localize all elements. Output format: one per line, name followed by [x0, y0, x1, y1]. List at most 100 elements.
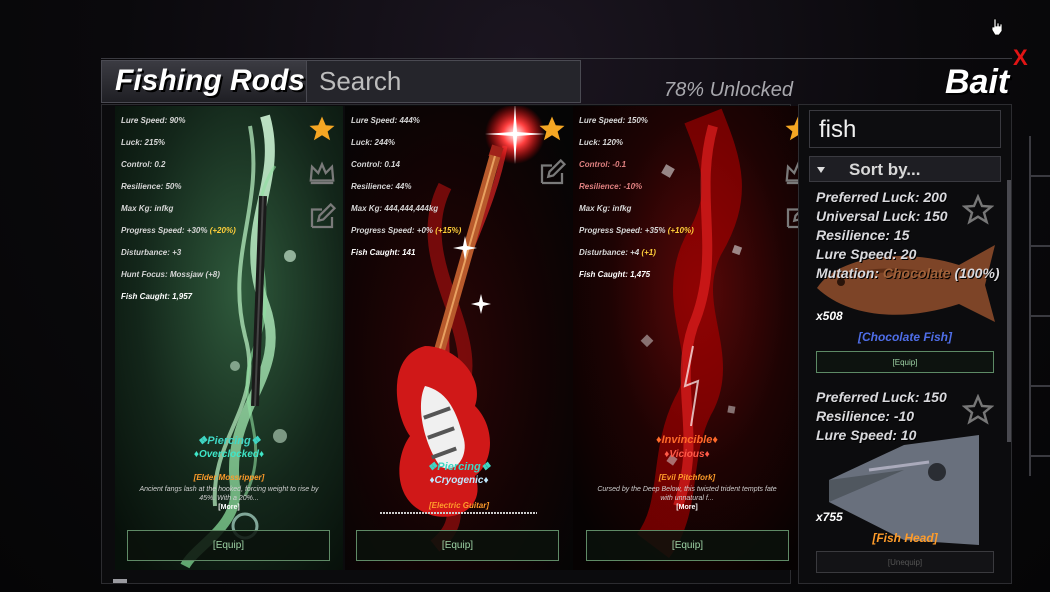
page-title: Fishing Rods [115, 64, 305, 97]
rods-scrollbar[interactable] [113, 579, 127, 583]
rod-more-link[interactable]: [More] [573, 504, 801, 511]
rod-stat: Luck: 120% [579, 138, 624, 147]
rod-stat: Progress Speed: +30% (+20%) [121, 220, 236, 242]
favorite-star-icon[interactable] [962, 394, 994, 426]
rod-fish-caught: Fish Caught: 1,475 [579, 270, 651, 279]
rod-stats: Lure Speed: 90% Luck: 215% Control: 0.2 … [121, 110, 236, 308]
edit-icon[interactable] [307, 202, 337, 232]
rod-stat: Lure Speed: 444% [351, 116, 420, 125]
mutation-label: Overclocked [198, 449, 260, 460]
bait-mutation-suffix: (100%) [950, 265, 1000, 281]
rod-card-electric-guitar[interactable]: Lure Speed: 444% Luck: 244% Control: 0.1… [345, 106, 573, 570]
equip-button[interactable]: [Equip] [586, 530, 789, 561]
bait-title: Bait [945, 63, 1010, 101]
unlocked-percentage: 78% Unlocked [664, 79, 793, 101]
rod-stat: Luck: 244% [351, 138, 396, 147]
mutation-label: Piercing [207, 435, 251, 447]
favorite-star-icon[interactable] [962, 194, 994, 226]
mutation-label: Vicious [669, 449, 705, 460]
mutation-secondary: ♦Cryogenic♦ [429, 475, 489, 486]
bait-search-input[interactable] [819, 115, 989, 145]
equip-button[interactable]: [Equip] [127, 530, 330, 561]
bait-search-box [809, 110, 1001, 148]
favorite-star-icon[interactable] [307, 114, 337, 144]
mutation-label: Invincible [661, 434, 713, 446]
bait-scrollbar[interactable] [1007, 180, 1011, 442]
rod-search-input[interactable] [319, 65, 569, 97]
bait-stat: Lure Speed: 10 [816, 427, 917, 443]
rod-stat: Control: 0.14 [351, 160, 400, 169]
crown-icon[interactable] [307, 158, 337, 188]
rod-stat-bonus: (+20%) [209, 226, 236, 235]
bait-stat: Resilience: 15 [816, 227, 910, 243]
close-button[interactable]: X [1013, 47, 1028, 69]
bait-equip-button[interactable]: [Equip] [816, 351, 994, 373]
rod-stat-bonus: (+10%) [667, 226, 694, 235]
rod-description: Cursed by the Deep Below, this twisted t… [597, 486, 777, 502]
sort-label: Sort by... [849, 160, 921, 179]
bait-mutation-prefix: Mutation: [816, 265, 883, 281]
side-decoration [1029, 136, 1050, 476]
rod-fish-caught: Fish Caught: 1,957 [121, 292, 193, 301]
mutation-primary: ❖Piercing❖ [427, 461, 491, 473]
rod-card-evil-pitchfork[interactable]: Lure Speed: 150% Luck: 120% Control: -0.… [573, 106, 801, 570]
rod-stat: Max Kg: infkg [121, 204, 174, 213]
bait-mutation: Mutation: Chocolate (100%) [816, 264, 1000, 283]
rod-stat-bonus: (+15%) [435, 226, 462, 235]
bait-count: x508 [816, 309, 843, 323]
bait-item-fish-head[interactable]: Preferred Luck: 150 Resilience: -10 Lure… [809, 388, 1005, 578]
bait-count: x755 [816, 510, 843, 524]
rod-stat: Hunt Focus: Mossjaw (+8) [121, 270, 220, 279]
rod-stat-base: Disturbance: +4 [579, 248, 642, 257]
rod-name: [Elder Mossripper] [193, 473, 265, 482]
bait-mutation-name: Chocolate [882, 265, 951, 281]
rod-stat: Resilience: 44% [351, 182, 412, 191]
rod-actions [537, 114, 569, 202]
mutation-primary: ❖Piercing❖ [197, 435, 261, 447]
bait-name: [Fish Head] [872, 531, 938, 545]
rod-stats: Lure Speed: 150% Luck: 120% Control: -0.… [579, 110, 694, 286]
rod-name: [Evil Pitchfork] [658, 473, 716, 482]
rod-stat: Control: -0.1 [579, 160, 627, 169]
rod-stats: Lure Speed: 444% Luck: 244% Control: 0.1… [351, 110, 461, 264]
equip-button[interactable]: [Equip] [356, 530, 559, 561]
bait-stats: Preferred Luck: 150 Resilience: -10 Lure… [816, 388, 947, 445]
rod-stat-base: Progress Speed: +35% [579, 226, 668, 235]
rod-stat: Lure Speed: 150% [579, 116, 648, 125]
rod-stat: Progress Speed: +0% (+15%) [351, 220, 461, 242]
bait-item-chocolate-fish[interactable]: Preferred Luck: 200 Universal Luck: 150 … [809, 188, 1005, 378]
rod-actions [307, 114, 339, 246]
rod-name: [Electric Guitar] [428, 501, 489, 510]
rod-stat: Lure Speed: 90% [121, 116, 186, 125]
rod-description: Ancient fangs lash at the hooked, forcin… [139, 486, 319, 502]
rod-more-link[interactable]: [More] [115, 504, 343, 511]
rod-stat: Luck: 215% [121, 138, 166, 147]
bait-name: [Chocolate Fish] [857, 330, 952, 344]
rod-stat: Max Kg: infkg [579, 204, 632, 213]
bait-unequip-button[interactable]: [Unequip] [816, 551, 994, 573]
rod-stat-bonus: (+1) [641, 248, 656, 257]
hand-cursor-icon [991, 18, 1003, 36]
mutation-secondary: ♦Overclocked♦ [193, 449, 265, 460]
rod-search-box [306, 61, 580, 102]
rod-stat: Disturbance: +3 [121, 248, 182, 257]
sort-dropdown[interactable]: Sort by... [809, 156, 1001, 182]
rod-stat-base: Progress Speed: +0% [351, 226, 436, 235]
mutation-secondary: ♦Vicious♦ [664, 449, 710, 460]
favorite-star-icon[interactable] [537, 114, 567, 144]
rod-stat: Progress Speed: +35% (+10%) [579, 220, 694, 242]
rod-stat-base: Progress Speed: +30% [121, 226, 210, 235]
rod-stat: Resilience: -10% [579, 182, 643, 191]
rod-stat: Resilience: 50% [121, 182, 182, 191]
edit-icon[interactable] [537, 158, 567, 188]
bait-stat: Resilience: -10 [816, 408, 915, 424]
chevron-down-icon [817, 167, 825, 173]
mutation-primary: ♦Invincible♦ [656, 434, 718, 446]
rod-stat: Control: 0.2 [121, 160, 166, 169]
rod-stat: Disturbance: +4 (+1) [579, 242, 694, 264]
bait-stat: Preferred Luck: 150 [816, 389, 947, 405]
rod-card-elder-mossripper[interactable]: Lure Speed: 90% Luck: 215% Control: 0.2 … [115, 106, 343, 570]
bait-stat: Lure Speed: 20 [816, 246, 917, 262]
rod-fish-caught: Fish Caught: 141 [351, 248, 416, 257]
mutation-label: Cryogenic [434, 475, 484, 486]
